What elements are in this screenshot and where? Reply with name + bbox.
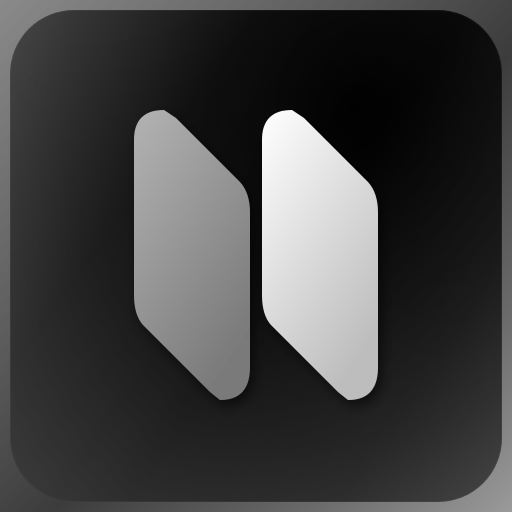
double-slash-logo-icon — [134, 110, 378, 400]
left-slash-bar — [134, 110, 250, 400]
right-slash-bar — [262, 110, 378, 400]
canvas — [0, 0, 512, 512]
app-icon-tile[interactable] — [10, 10, 502, 502]
